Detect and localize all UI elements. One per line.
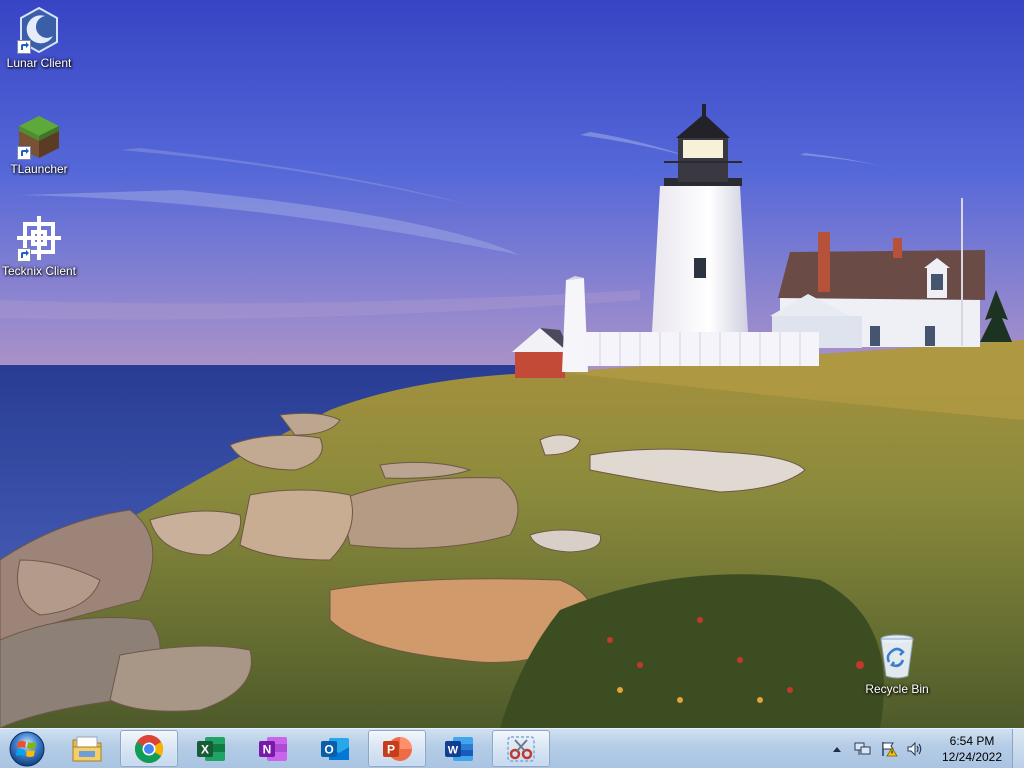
folder-icon — [72, 736, 102, 761]
shortcut-arrow-icon — [17, 40, 31, 54]
desktop-icon-label: Tecknix Client — [1, 264, 77, 278]
taskbar-excel[interactable]: X — [182, 730, 240, 767]
start-button[interactable] — [4, 730, 50, 768]
taskbar-file-explorer[interactable] — [58, 730, 116, 767]
taskbar-outlook[interactable]: O — [306, 730, 364, 767]
network-icon[interactable] — [854, 740, 872, 758]
desktop-icon-label: Lunar Client — [6, 56, 72, 70]
taskbar-snipping-tool[interactable] — [492, 730, 550, 767]
clock-date: 12/24/2022 — [941, 750, 1003, 764]
desktop-icon-tlauncher[interactable]: TLauncher — [0, 112, 79, 176]
taskbar-word[interactable]: W — [430, 730, 488, 767]
tlauncher-grass-block-icon — [15, 112, 63, 160]
shortcut-arrow-icon — [17, 146, 31, 160]
desktop-icon-label: TLauncher — [10, 162, 68, 176]
tecknix-client-icon — [15, 214, 63, 262]
taskbar: X N O P W 6:54 PM 12/24/2022 — [0, 728, 1024, 768]
lunar-client-icon — [15, 6, 63, 54]
outlook-letter: O — [324, 742, 333, 756]
shortcut-arrow-icon — [17, 248, 31, 262]
taskbar-google-chrome[interactable] — [120, 730, 178, 767]
system-tray: 6:54 PM 12/24/2022 — [828, 729, 1008, 768]
show-desktop-button[interactable] — [1012, 729, 1024, 768]
windows-orb-icon — [9, 731, 45, 767]
volume-speaker-icon[interactable] — [906, 740, 924, 758]
word-letter: W — [448, 744, 459, 756]
taskbar-clock[interactable]: 6:54 PM 12/24/2022 — [936, 733, 1008, 765]
taskbar-onenote[interactable]: N — [244, 730, 302, 767]
onenote-icon: N — [259, 736, 287, 761]
desktop-icon-recycle-bin[interactable]: Recycle Bin — [857, 632, 937, 696]
onenote-letter: N — [263, 742, 272, 756]
recycle-bin-icon — [873, 632, 921, 680]
desktop-icon-lunar-client[interactable]: Lunar Client — [0, 6, 79, 70]
desktop[interactable]: Lunar Client TLauncher Tecknix Client Re… — [0, 0, 1024, 768]
action-center-flag-warning-icon[interactable] — [880, 740, 898, 758]
outlook-icon: O — [321, 737, 349, 760]
excel-icon: X — [197, 736, 225, 761]
excel-letter: X — [201, 742, 209, 756]
desktop-icon-label: Recycle Bin — [865, 682, 929, 696]
chrome-icon — [135, 734, 163, 763]
clock-time: 6:54 PM — [949, 734, 995, 748]
powerpoint-icon: P — [383, 736, 412, 761]
taskbar-powerpoint[interactable]: P — [368, 730, 426, 767]
powerpoint-letter: P — [387, 742, 395, 756]
wallpaper-lighthouse — [0, 0, 1024, 728]
word-icon: W — [445, 736, 473, 761]
snipping-tool-icon — [507, 735, 535, 762]
show-hidden-icons-chevron-up-icon[interactable] — [828, 740, 846, 758]
desktop-icon-tecknix-client[interactable]: Tecknix Client — [0, 214, 79, 278]
